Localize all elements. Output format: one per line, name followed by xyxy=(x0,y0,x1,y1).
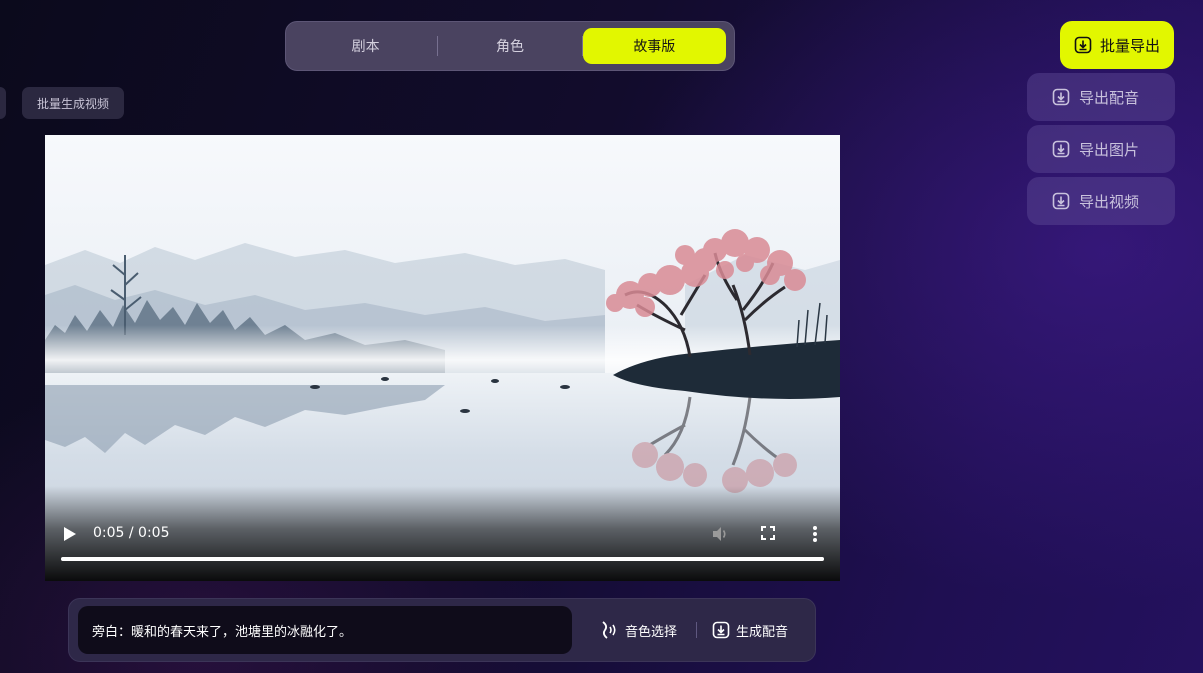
download-icon xyxy=(1052,192,1070,210)
video-progress-fill xyxy=(61,557,824,561)
volume-icon[interactable] xyxy=(711,525,729,543)
batch-generate-video-button[interactable]: 批量生成视频 xyxy=(22,87,125,119)
generate-voice-label: 生成配音 xyxy=(736,624,789,640)
export-voice-button[interactable]: 导出配音 xyxy=(1027,73,1175,121)
export-video-label: 导出视频 xyxy=(1079,192,1140,211)
video-time: 0:05 / 0:05 xyxy=(93,525,170,541)
export-images-label: 导出图片 xyxy=(1079,140,1140,159)
tab-bar: 剧本 角色 故事版 xyxy=(285,21,735,71)
download-icon xyxy=(1052,88,1070,106)
batch-export-label: 批量导出 xyxy=(1099,36,1160,55)
sound-wave-icon xyxy=(602,621,616,639)
more-vertical-icon[interactable] xyxy=(812,525,818,543)
generate-voice-button[interactable]: 生成配音 xyxy=(712,619,788,641)
left-partial-button[interactable] xyxy=(0,87,6,119)
download-icon xyxy=(1052,140,1070,158)
narration-divider xyxy=(696,622,697,638)
voice-select-button[interactable]: 音色选择 xyxy=(599,619,677,641)
export-images-button[interactable]: 导出图片 xyxy=(1027,125,1175,173)
tab-characters[interactable]: 角色 xyxy=(438,28,581,64)
tab-script[interactable]: 剧本 xyxy=(294,28,437,64)
video-progress-bar[interactable] xyxy=(61,557,824,561)
fullscreen-icon[interactable] xyxy=(761,526,775,540)
batch-export-button[interactable]: 批量导出 xyxy=(1060,21,1174,69)
narration-text-field[interactable]: 旁白：暖和的春天来了，池塘里的冰融化了。 xyxy=(78,606,572,654)
tab-storyboard[interactable]: 故事版 xyxy=(582,28,726,64)
video-player[interactable]: 0:05 / 0:05 xyxy=(45,135,840,581)
download-icon xyxy=(1074,36,1092,54)
export-voice-label: 导出配音 xyxy=(1079,88,1140,107)
voice-select-label: 音色选择 xyxy=(625,624,678,640)
download-icon xyxy=(712,621,730,639)
export-video-button[interactable]: 导出视频 xyxy=(1027,177,1175,225)
narration-panel: 旁白：暖和的春天来了，池塘里的冰融化了。 音色选择 生成配音 xyxy=(68,598,816,662)
play-icon[interactable] xyxy=(63,526,77,542)
